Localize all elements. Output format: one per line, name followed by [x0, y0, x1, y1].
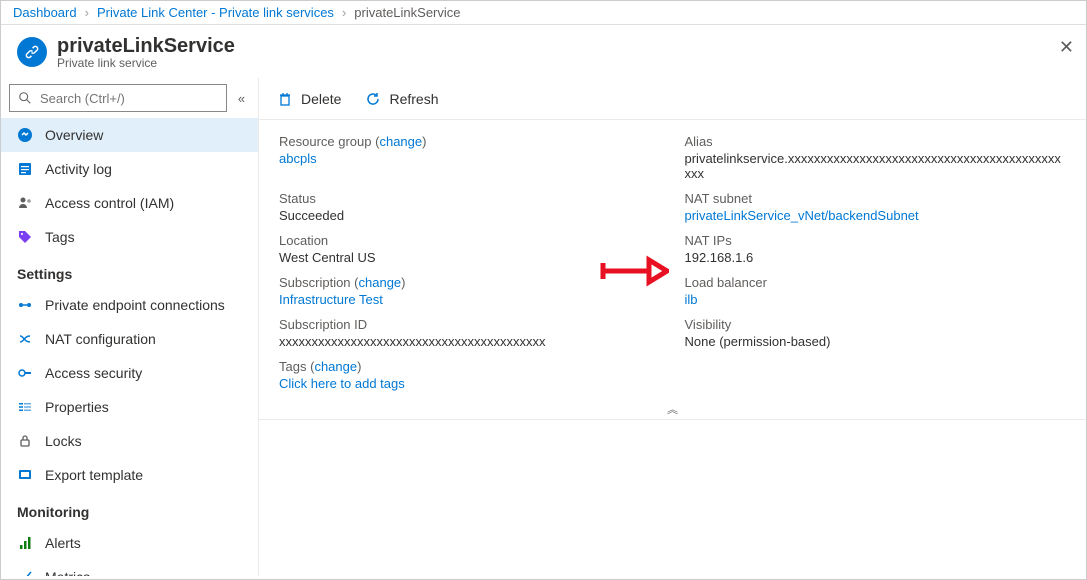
page-title: privateLinkService	[57, 35, 235, 58]
field-resource-group: Resource group (change) abcpls	[279, 134, 661, 181]
change-subscription-link[interactable]: change	[359, 275, 402, 290]
breadcrumb: Dashboard › Private Link Center - Privat…	[1, 1, 1086, 25]
sidebar-item-label: NAT configuration	[45, 331, 156, 347]
collapse-sidebar-button[interactable]: «	[233, 84, 250, 112]
location-value: West Central US	[279, 250, 661, 265]
status-value: Succeeded	[279, 208, 661, 223]
iam-icon	[17, 195, 33, 211]
sidebar-item-overview[interactable]: Overview	[1, 118, 258, 152]
pec-icon	[17, 297, 33, 313]
sidebar-item-label: Tags	[45, 229, 75, 245]
alerts-icon	[17, 535, 33, 551]
refresh-icon	[365, 91, 381, 107]
sidebar-group-monitoring: Monitoring	[1, 492, 258, 526]
alias-value: privatelinkservice.xxxxxxxxxxxxxxxxxxxxx…	[685, 151, 1067, 181]
delete-label: Delete	[301, 91, 341, 107]
subscription-value[interactable]: Infrastructure Test	[279, 292, 661, 307]
field-nat-ips: NAT IPs 192.168.1.6	[685, 233, 1067, 265]
sidebar-item-label: Private endpoint connections	[45, 297, 225, 313]
field-alias: Alias privatelinkservice.xxxxxxxxxxxxxxx…	[685, 134, 1067, 181]
sidebar-item-locks[interactable]: Locks	[1, 424, 258, 458]
sidebar-item-private-endpoint-connections[interactable]: Private endpoint connections	[1, 288, 258, 322]
refresh-label: Refresh	[389, 91, 438, 107]
sidebar-item-export-template[interactable]: Export template	[1, 458, 258, 492]
security-icon	[17, 365, 33, 381]
blade-header: privateLinkService Private link service …	[1, 25, 1086, 78]
field-status: Status Succeeded	[279, 191, 661, 223]
properties-icon	[17, 399, 33, 415]
sidebar-group-settings: Settings	[1, 254, 258, 288]
nat-ips-value: 192.168.1.6	[685, 250, 1067, 265]
sidebar-item-label: Locks	[45, 433, 82, 449]
collapse-details-button[interactable]: ︽	[259, 399, 1086, 420]
field-subscription-id: Subscription ID xxxxxxxxxxxxxxxxxxxxxxxx…	[279, 317, 661, 349]
sidebar-item-label: Export template	[45, 467, 143, 483]
field-subscription: Subscription (change) Infrastructure Tes…	[279, 275, 661, 307]
sidebar-item-label: Overview	[45, 127, 103, 143]
field-visibility: Visibility None (permission-based)	[685, 317, 1067, 349]
tags-icon	[17, 229, 33, 245]
activity-log-icon	[17, 161, 33, 177]
lock-icon	[17, 433, 33, 449]
sidebar-item-access-security[interactable]: Access security	[1, 356, 258, 390]
sidebar-item-alerts[interactable]: Alerts	[1, 526, 258, 560]
overview-icon	[17, 127, 33, 143]
field-location: Location West Central US	[279, 233, 661, 265]
sidebar-item-label: Alerts	[45, 535, 81, 551]
sidebar-item-properties[interactable]: Properties	[1, 390, 258, 424]
metrics-icon	[17, 569, 33, 576]
sidebar-item-activity-log[interactable]: Activity log	[1, 152, 258, 186]
field-tags: Tags (change) Click here to add tags	[279, 359, 661, 391]
tags-value[interactable]: Click here to add tags	[279, 376, 661, 391]
sidebar-item-label: Properties	[45, 399, 109, 415]
search-input[interactable]	[38, 90, 218, 107]
field-load-balancer: Load balancer ilb	[685, 275, 1067, 307]
sidebar-item-nat-configuration[interactable]: NAT configuration	[1, 322, 258, 356]
sidebar-item-iam[interactable]: Access control (IAM)	[1, 186, 258, 220]
sidebar: « Overview Activity log Access contr	[1, 78, 259, 576]
nat-icon	[17, 331, 33, 347]
resource-group-value[interactable]: abcpls	[279, 151, 661, 166]
load-balancer-value[interactable]: ilb	[685, 292, 1067, 307]
refresh-button[interactable]: Refresh	[355, 85, 448, 113]
field-nat-subnet: NAT subnet privateLinkService_vNet/backe…	[685, 191, 1067, 223]
sidebar-item-tags[interactable]: Tags	[1, 220, 258, 254]
search-box[interactable]	[9, 84, 227, 112]
sidebar-item-label: Activity log	[45, 161, 112, 177]
export-icon	[17, 467, 33, 483]
delete-button[interactable]: Delete	[267, 85, 351, 113]
page-subtitle: Private link service	[57, 56, 235, 70]
visibility-value: None (permission-based)	[685, 334, 1067, 349]
sidebar-item-metrics[interactable]: Metrics	[1, 560, 258, 576]
breadcrumb-private-link-center[interactable]: Private Link Center - Private link servi…	[97, 5, 334, 20]
change-resource-group-link[interactable]: change	[379, 134, 422, 149]
chevron-right-icon: ›	[342, 5, 346, 20]
details-grid: Resource group (change) abcpls Alias pri…	[259, 120, 1086, 399]
search-icon	[18, 91, 32, 105]
sidebar-item-label: Metrics	[45, 569, 90, 576]
command-bar: Delete Refresh	[259, 78, 1086, 120]
main-panel: Delete Refresh Resource group (change) a…	[259, 78, 1086, 576]
sidebar-item-label: Access control (IAM)	[45, 195, 174, 211]
sidebar-item-label: Access security	[45, 365, 142, 381]
breadcrumb-current: privateLinkService	[354, 5, 460, 20]
chevron-right-icon: ›	[85, 5, 89, 20]
change-tags-link[interactable]: change	[314, 359, 357, 374]
nat-subnet-value[interactable]: privateLinkService_vNet/backendSubnet	[685, 208, 1067, 223]
private-link-icon	[17, 37, 47, 67]
breadcrumb-dashboard[interactable]: Dashboard	[13, 5, 77, 20]
close-button[interactable]: ✕	[1059, 37, 1074, 58]
delete-icon	[277, 91, 293, 107]
subscription-id-value: xxxxxxxxxxxxxxxxxxxxxxxxxxxxxxxxxxxxxxxx…	[279, 334, 661, 349]
nav: Overview Activity log Access control (IA…	[1, 118, 258, 576]
